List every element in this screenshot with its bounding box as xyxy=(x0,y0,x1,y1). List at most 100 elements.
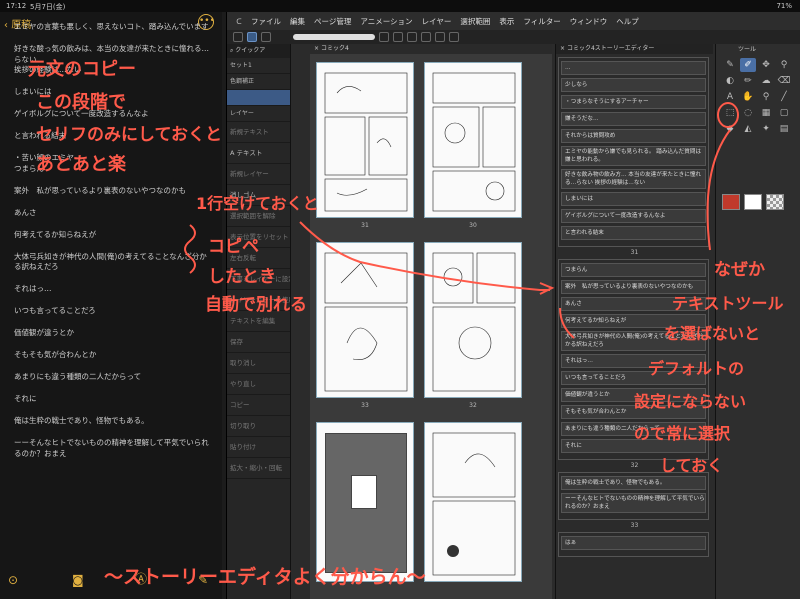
move-icon[interactable]: ✥ xyxy=(758,58,774,72)
pencil-icon[interactable]: ✏ xyxy=(740,74,756,88)
brush-tool-icon[interactable]: ✐ xyxy=(740,58,756,72)
qa-redo[interactable]: やり直し xyxy=(227,374,290,395)
layout-icon[interactable] xyxy=(261,32,271,42)
story-text-block[interactable]: ・つまらなそうにするアーチャー xyxy=(561,95,706,109)
note-line: 大体弓兵如きが神代の人間(俺)の考えてることなんざ分かる訳ねえだろ xyxy=(14,251,207,272)
transparent-swatch[interactable] xyxy=(766,194,784,210)
menu-window[interactable]: ウィンドウ xyxy=(570,16,608,27)
note-line: 案外 私が思っているより裏表のないやつなのかも xyxy=(14,185,186,195)
redacted-bar xyxy=(293,34,375,40)
layer-tab[interactable]: レイヤー xyxy=(227,106,290,122)
redo-icon[interactable] xyxy=(421,32,431,42)
page-sketch xyxy=(324,252,408,392)
main-color-swatch[interactable] xyxy=(722,194,740,210)
menu-selection[interactable]: 選択範囲 xyxy=(460,16,490,27)
story-text-block[interactable]: しまいには xyxy=(561,192,706,206)
page-33[interactable] xyxy=(316,242,414,398)
wand-icon[interactable]: ✦ xyxy=(758,122,774,136)
page-sketch xyxy=(432,252,516,392)
story-text-block[interactable]: 少しなら xyxy=(561,78,706,92)
open-icon[interactable] xyxy=(393,32,403,42)
checklist-icon[interactable]: ⊙ xyxy=(8,573,18,587)
pages-icon[interactable] xyxy=(247,32,257,42)
page-30[interactable] xyxy=(424,62,522,218)
page-sketch xyxy=(432,72,516,212)
gradient-icon[interactable]: ◭ xyxy=(740,122,756,136)
new-icon[interactable] xyxy=(379,32,389,42)
menu-view[interactable]: 表示 xyxy=(499,16,514,27)
story-text-block[interactable]: それからは質問攻め xyxy=(561,129,706,143)
note-why: なぜか xyxy=(714,260,765,280)
qa-save[interactable]: 保存 xyxy=(227,332,290,353)
bucket-icon[interactable]: ◆ xyxy=(722,122,738,136)
zoom-icon[interactable]: ⚲ xyxy=(758,90,774,104)
brush-icon[interactable] xyxy=(435,32,445,42)
sub-color-swatch[interactable] xyxy=(744,194,762,210)
story-text-block[interactable]: 好きな飲み物の飲み方… 本当の友達が来たときに憧れる…らない 挨拶の経験は…ない xyxy=(561,169,706,189)
story-text-block[interactable]: … xyxy=(561,61,706,75)
frame-icon[interactable]: ▢ xyxy=(776,106,792,120)
page-31[interactable] xyxy=(316,62,414,218)
quick-access-search[interactable]: ⌕ クイックア xyxy=(227,44,290,58)
save-icon[interactable] xyxy=(407,32,417,42)
story-text-block[interactable]: 嫌そうだな… xyxy=(561,112,706,126)
undo-icon[interactable] xyxy=(233,32,243,42)
qa-transform[interactable]: 拡大・縮小・回転 xyxy=(227,458,290,479)
dropper-icon[interactable]: ⚲ xyxy=(776,58,792,72)
menu-bar: ᑕ ファイル 編集 ページ管理 アニメーション レイヤー 選択範囲 表示 フィル… xyxy=(227,12,800,30)
menu-help[interactable]: ヘルプ xyxy=(616,16,639,27)
menu-filter[interactable]: フィルター xyxy=(523,16,560,27)
note-auto-split: 自動で別れる xyxy=(205,295,307,315)
story-text-block[interactable]: と言われる結末 xyxy=(561,226,706,240)
note-lines-only: セリフのみにしておくと xyxy=(36,125,222,145)
qa-new-text[interactable]: 新規テキスト xyxy=(227,122,290,143)
eraser-tool-icon[interactable]: ⌫ xyxy=(776,74,792,88)
page-35[interactable] xyxy=(316,422,414,582)
page-number: 33 xyxy=(361,402,369,409)
hand-icon[interactable]: ✋ xyxy=(740,90,756,104)
note-line: 価値観が違うとか xyxy=(14,328,74,337)
story-text-block[interactable]: つまらん xyxy=(561,263,706,277)
menu-file[interactable]: ファイル xyxy=(251,16,281,27)
select-icon[interactable]: ⬚ xyxy=(722,106,738,120)
pen-icon[interactable]: ✎ xyxy=(722,58,738,72)
menu-edit[interactable]: 編集 xyxy=(290,16,305,27)
story-text-block[interactable]: ゲイボルグについて一度改造するんなよ xyxy=(561,209,706,223)
grid-icon[interactable]: ▦ xyxy=(758,106,774,120)
blend-icon[interactable]: ☁ xyxy=(758,74,774,88)
story-editor-tab[interactable]: × コミック4ストーリーエディター xyxy=(556,44,713,54)
story-text-block[interactable]: はぁ xyxy=(561,536,706,550)
qa-copy[interactable]: コピー xyxy=(227,395,290,416)
menu-layer[interactable]: レイヤー xyxy=(422,16,452,27)
canvas-tab[interactable]: × コミック4 xyxy=(310,44,552,54)
app-logo-icon[interactable]: ᑕ xyxy=(227,17,251,26)
layer-selected[interactable] xyxy=(227,90,290,106)
camera-icon[interactable]: ◙ xyxy=(72,573,84,587)
text-tool-icon[interactable]: A xyxy=(722,90,738,104)
lasso-icon[interactable]: ◌ xyxy=(740,106,756,120)
page-32[interactable] xyxy=(424,242,522,398)
qa-text[interactable]: A テキスト xyxy=(227,143,290,164)
note-settings: 設定にならない xyxy=(634,392,747,411)
qa-undo[interactable]: 取り消し xyxy=(227,353,290,374)
ruler-icon[interactable] xyxy=(449,32,459,42)
page-34[interactable] xyxy=(424,422,522,582)
line-icon[interactable]: ╱ xyxy=(776,90,792,104)
menu-page[interactable]: ページ管理 xyxy=(314,16,351,27)
set-tab[interactable]: セット1 xyxy=(227,58,290,74)
story-text-block[interactable]: 俺は生粋の戦士であり、怪物でもある。 xyxy=(561,476,706,490)
qa-cut[interactable]: 切り取り xyxy=(227,416,290,437)
qa-paste[interactable]: 貼り付け xyxy=(227,437,290,458)
menu-animation[interactable]: アニメーション xyxy=(360,16,412,27)
tool-tab[interactable]: 色鋼補正 xyxy=(227,74,290,90)
qa-new-layer[interactable]: 新規レイヤー xyxy=(227,164,290,185)
note-line: あまりにも違う種類の二人だからって xyxy=(14,372,142,381)
note-line: いつも言ってることだろ xyxy=(14,306,96,315)
story-text-block[interactable]: エミヤの能動から嫌でも見られる。 踏み込んだ質問は嫌と思われる。 xyxy=(561,146,706,166)
note-blank-line: 1行空けておくと xyxy=(196,194,319,213)
fill-icon[interactable]: ◐ xyxy=(722,74,738,88)
note-this-stage: この段階で xyxy=(36,92,126,113)
page-number: 32 xyxy=(469,402,477,409)
story-text-block[interactable]: ーーそんなヒトでないものの精神を理解して平気でいられるのか？おまえ xyxy=(561,493,706,513)
ruler-tool-icon[interactable]: ▤ xyxy=(776,122,792,136)
